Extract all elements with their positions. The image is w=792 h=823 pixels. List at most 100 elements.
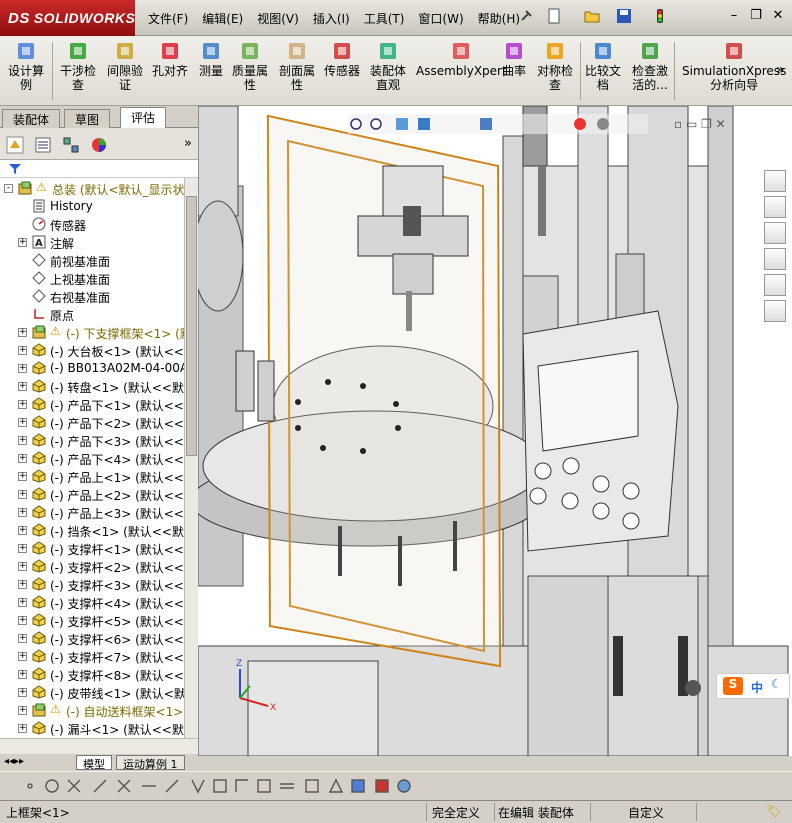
tree-item[interactable]: + ⚠ (-) 下支撑框架<1> (默 <box>0 324 184 342</box>
tree-item[interactable]: + (-) 产品下<3> (默认<<默 <box>0 432 184 450</box>
tree-item[interactable]: + (-) 产品上<1> (默认<<默 <box>0 468 184 486</box>
expand-toggle-icon[interactable]: + <box>18 238 27 247</box>
custom-properties-icon[interactable] <box>764 300 786 322</box>
appearances-icon[interactable] <box>764 274 786 296</box>
tree-item[interactable]: 上视基准面 <box>0 270 184 288</box>
more-commands-icon[interactable]: » <box>776 62 785 78</box>
tab-scroll-arrows[interactable]: ◂◂▸▸ <box>4 756 24 767</box>
tree-item[interactable]: 右视基准面 <box>0 288 184 306</box>
tree-item[interactable]: + (-) 挡条<1> (默认<<默认 <box>0 522 184 540</box>
expand-toggle-icon[interactable]: + <box>18 508 27 517</box>
tree-item[interactable]: + (-) 产品上<3> (默认<<默 <box>0 504 184 522</box>
tab-assembly[interactable]: 装配体 <box>2 109 61 128</box>
sketch-tools[interactable] <box>20 774 440 798</box>
expand-toggle-icon[interactable]: + <box>18 526 27 535</box>
close-icon[interactable]: ✕ <box>770 8 786 24</box>
expand-toggle-icon[interactable]: + <box>18 652 27 661</box>
tab-evaluate[interactable]: 评估 <box>120 107 167 128</box>
menu-item-1[interactable]: 编辑(E) <box>202 10 243 27</box>
status-units[interactable]: 自定义 <box>628 804 664 821</box>
expand-toggle-icon[interactable]: + <box>18 418 27 427</box>
expand-toggle-icon[interactable]: + <box>18 328 27 337</box>
expand-toggle-icon[interactable]: + <box>18 364 27 373</box>
tree-item[interactable]: History <box>0 198 184 216</box>
tree-item[interactable]: + (-) 皮带线<1> (默认<默认 <box>0 684 184 702</box>
minimize-icon[interactable]: – <box>726 8 742 24</box>
ime-toolbar[interactable]: S 中 ☾ <box>716 673 790 699</box>
solidworks-logo[interactable]: DS SOLIDWORKS <box>0 0 135 36</box>
moon-icon[interactable]: ☾ <box>771 677 782 691</box>
pin-icon[interactable] <box>518 8 534 24</box>
menu-item-6[interactable]: 帮助(H) <box>478 10 520 27</box>
expand-chevron-icon[interactable]: » <box>184 136 192 151</box>
menu-item-5[interactable]: 窗口(W) <box>418 10 463 27</box>
tree-item[interactable]: + (-) 产品下<2> (默认<<默 <box>0 414 184 432</box>
filter-icon[interactable] <box>8 163 22 175</box>
tree-scroll-thumb[interactable] <box>186 196 197 456</box>
file-explorer-icon[interactable] <box>764 222 786 244</box>
tab-model[interactable]: 模型 <box>76 755 112 771</box>
tree-vertical-scrollbar[interactable] <box>184 178 198 738</box>
menu-item-0[interactable]: 文件(F) <box>148 10 188 27</box>
design-library-icon[interactable] <box>764 196 786 218</box>
expand-toggle-icon[interactable]: + <box>18 544 27 553</box>
view-palette-icon[interactable] <box>764 248 786 270</box>
command-button-3[interactable]: 孔对齐 <box>152 40 188 78</box>
command-button-12[interactable]: 比较文 档 <box>585 40 621 92</box>
expand-toggle-icon[interactable]: + <box>18 346 27 355</box>
ime-mode-label[interactable]: 中 <box>751 679 763 696</box>
command-button-4[interactable]: 测量 <box>199 40 223 78</box>
expand-toggle-icon[interactable]: + <box>18 562 27 571</box>
expand-toggle-icon[interactable]: + <box>18 724 27 733</box>
tree-item[interactable]: + (-) 转盘<1> (默认<<默认 <box>0 378 184 396</box>
viewport-window-controls[interactable]: ▫ ▭ ❐ ✕ <box>674 117 726 131</box>
expand-toggle-icon[interactable]: + <box>18 580 27 589</box>
tag-icon[interactable]: 🏷 <box>766 804 781 818</box>
menu-item-2[interactable]: 视图(V) <box>257 10 299 27</box>
command-button-6[interactable]: 剖面属 性 <box>279 40 315 92</box>
expand-toggle-icon[interactable]: + <box>18 706 27 715</box>
command-button-0[interactable]: 设计算 例 <box>8 40 44 92</box>
assembly-3d-model[interactable]: Z X ▫ ▭ ❐ ✕ <box>198 106 792 756</box>
menu-item-4[interactable]: 工具(T) <box>364 10 405 27</box>
expand-toggle-icon[interactable]: + <box>18 454 27 463</box>
expand-toggle-icon[interactable]: + <box>18 688 27 697</box>
tree-item[interactable]: + (-) BB013A02M-04-00A<1> <box>0 360 184 378</box>
tree-item[interactable]: + (-) 支撑杆<8> (默认<<默 <box>0 666 184 684</box>
command-button-10[interactable]: 曲率 <box>502 40 526 78</box>
tree-item[interactable]: + (-) 支撑杆<3> (默认<<默 <box>0 576 184 594</box>
tree-item[interactable]: + (-) 支撑杆<1> (默认<<默 <box>0 540 184 558</box>
tree-item[interactable]: 前视基准面 <box>0 252 184 270</box>
menu-item-3[interactable]: 插入(I) <box>313 10 350 27</box>
expand-toggle-icon[interactable]: + <box>18 634 27 643</box>
display-manager-icon[interactable] <box>90 136 108 154</box>
heads-up-view-toolbar[interactable] <box>348 114 648 134</box>
tree-item[interactable]: + (-) 支撑杆<7> (默认<<默 <box>0 648 184 666</box>
graphics-area[interactable]: Z X ▫ ▭ ❐ ✕ <box>198 106 792 756</box>
tree-item[interactable]: + (-) 支撑杆<6> (默认<<默 <box>0 630 184 648</box>
feature-tree-icon[interactable] <box>6 136 24 154</box>
command-button-5[interactable]: 质量属 性 <box>232 40 268 92</box>
expand-toggle-icon[interactable]: + <box>18 382 27 391</box>
command-button-14[interactable]: SimulationXpress 分析向导 <box>682 40 786 92</box>
tree-item[interactable]: 传感器 <box>0 216 184 234</box>
expand-toggle-icon[interactable]: + <box>18 490 27 499</box>
command-button-11[interactable]: 对称检 查 <box>537 40 573 92</box>
new-document-icon[interactable] <box>546 8 562 24</box>
rebuild-icon[interactable] <box>652 8 668 24</box>
tree-item[interactable]: + A 注解 <box>0 234 184 252</box>
expand-toggle-icon[interactable]: - <box>4 184 13 193</box>
command-button-8[interactable]: 装配体 直观 <box>370 40 406 92</box>
expand-toggle-icon[interactable]: + <box>18 400 27 409</box>
tree-item[interactable]: + (-) 支撑杆<2> (默认<<默 <box>0 558 184 576</box>
tree-item[interactable]: + (-) 产品下<4> (默认<<默 <box>0 450 184 468</box>
tree-item[interactable]: - ⚠ 总装 (默认<默认_显示状 <box>0 180 184 198</box>
tree-item[interactable]: 原点 <box>0 306 184 324</box>
tree-item[interactable]: + (-) 产品上<2> (默认<<默 <box>0 486 184 504</box>
command-button-7[interactable]: 传感器 <box>324 40 360 78</box>
command-button-9[interactable]: AssemblyXpert <box>416 40 507 78</box>
tree-item[interactable]: + (-) 漏斗<1> (默认<<默认 <box>0 720 184 738</box>
tree-item[interactable]: + (-) 产品下<1> (默认<<默 <box>0 396 184 414</box>
restore-icon[interactable]: ❐ <box>748 8 764 24</box>
expand-toggle-icon[interactable]: + <box>18 472 27 481</box>
